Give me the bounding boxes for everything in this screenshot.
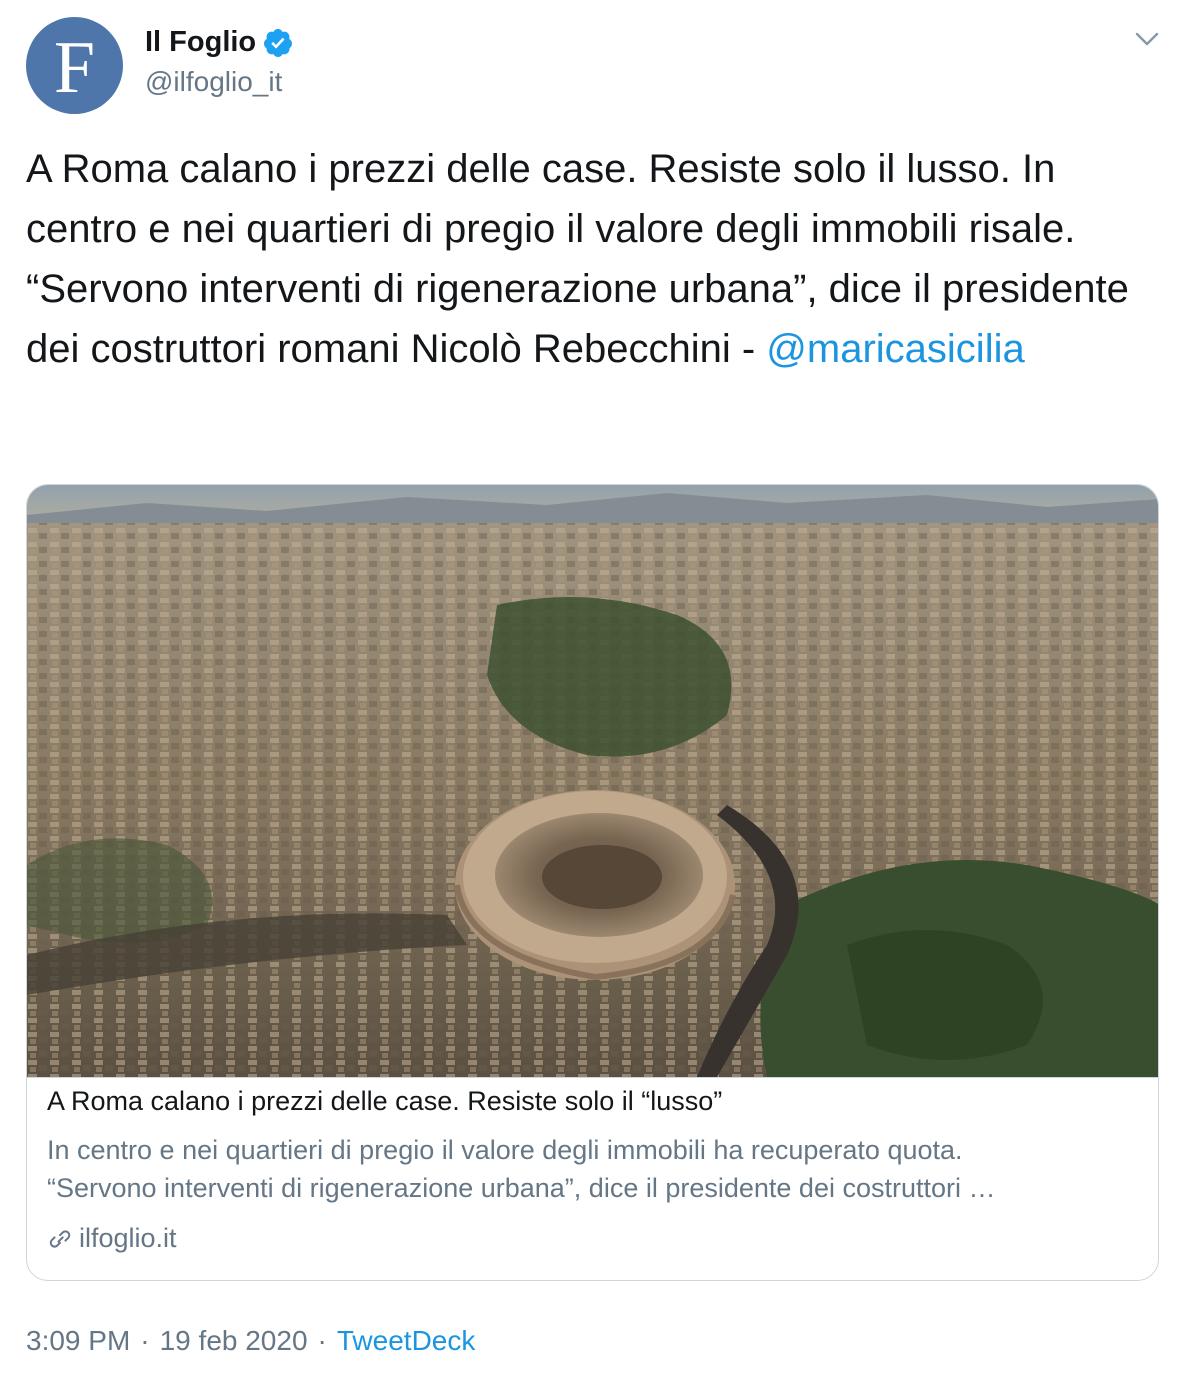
- tweet-date[interactable]: 19 feb 2020: [160, 1325, 308, 1357]
- tweet-time[interactable]: 3:09 PM: [26, 1325, 130, 1357]
- tweet-source-link[interactable]: TweetDeck: [337, 1325, 476, 1357]
- tweet-meta: 3:09 PM · 19 feb 2020 · TweetDeck: [26, 1325, 475, 1357]
- tweet-text: A Roma calano i prezzi delle case. Resis…: [26, 139, 1166, 379]
- card-image: [27, 485, 1158, 1078]
- card-title: A Roma calano i prezzi delle case. Resis…: [47, 1086, 723, 1116]
- card-domain: ilfoglio.it: [47, 1223, 177, 1254]
- avatar[interactable]: F: [26, 17, 123, 114]
- card-description-line: “Servono interventi di rigenerazione urb…: [47, 1173, 996, 1203]
- card-description: In centro e nei quartieri di pregio il v…: [47, 1131, 1137, 1207]
- avatar-letter: F: [53, 26, 96, 109]
- mention-link[interactable]: @maricasicilia: [766, 327, 1024, 371]
- card-domain-text: ilfoglio.it: [79, 1223, 177, 1253]
- rome-aerial-photo: [27, 485, 1158, 1077]
- link-icon: [49, 1229, 71, 1248]
- meta-separator: ·: [140, 1325, 150, 1356]
- display-name[interactable]: Il Foglio: [145, 26, 256, 59]
- meta-separator: ·: [317, 1325, 327, 1356]
- link-card[interactable]: A Roma calano i prezzi delle case. Resis…: [26, 484, 1159, 1281]
- handle[interactable]: @ilfoglio_it: [145, 66, 282, 98]
- card-description-line: In centro e nei quartieri di pregio il v…: [47, 1135, 963, 1165]
- verified-badge-icon: [264, 28, 293, 57]
- chevron-down-icon[interactable]: [1133, 28, 1161, 50]
- author-name-row: Il Foglio: [145, 26, 294, 59]
